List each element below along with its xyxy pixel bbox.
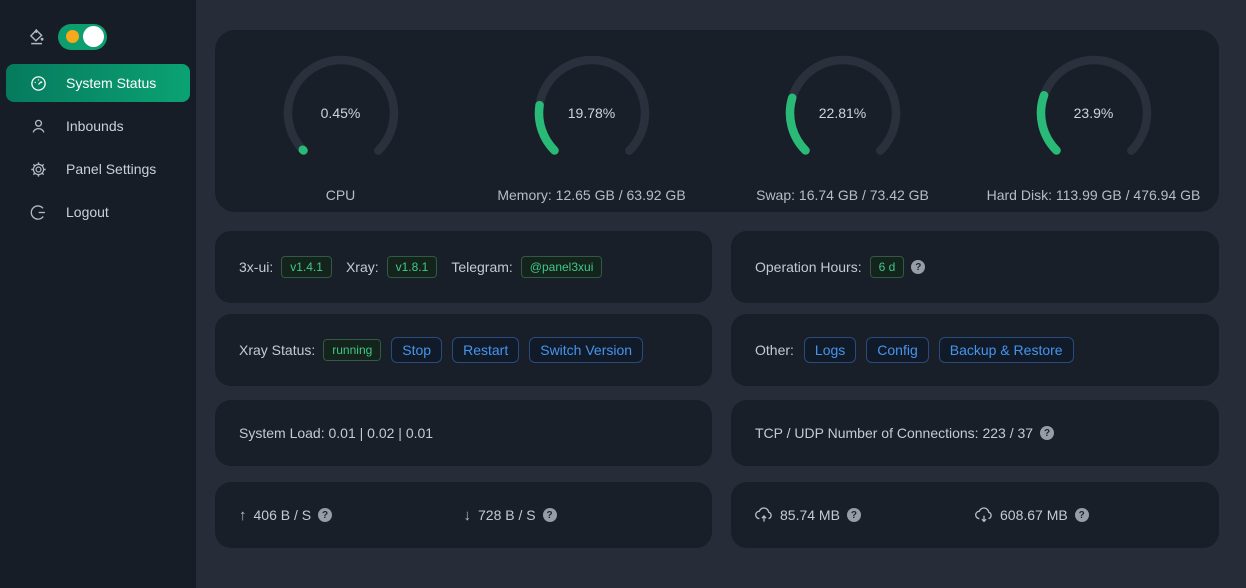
telegram-handle-tag[interactable]: @panel3xui — [521, 256, 603, 278]
gauge-memory: 19.78% Memory: 12.65 GB / 63.92 GB — [466, 30, 717, 212]
download-speed-value: 728 B / S — [478, 507, 536, 523]
connections-text: TCP / UDP Number of Connections: 223 / 3… — [755, 425, 1033, 441]
logout-icon — [30, 204, 47, 221]
swap-percent: 22.81% — [782, 52, 904, 174]
system-load-card: System Load: 0.01 | 0.02 | 0.01 — [215, 400, 712, 466]
question-circle-icon[interactable]: ? — [847, 508, 861, 522]
arrow-up-icon: ↑ — [239, 507, 247, 524]
question-circle-icon[interactable]: ? — [1075, 508, 1089, 522]
other-label: Other: — [755, 342, 794, 358]
memory-percent: 19.78% — [531, 52, 653, 174]
toggle-knob — [83, 26, 104, 47]
resource-gauges-card: 0.45% CPU 19.78% Memory: 12.65 GB / 63.9… — [215, 30, 1219, 212]
gear-icon — [30, 161, 47, 178]
cpu-label: CPU — [326, 187, 356, 203]
user-icon — [30, 118, 47, 135]
backup-restore-button[interactable]: Backup & Restore — [939, 337, 1074, 363]
question-circle-icon[interactable]: ? — [318, 508, 332, 522]
memory-gauge-ring: 19.78% — [531, 52, 653, 174]
sidebar-header — [0, 0, 196, 56]
cpu-percent: 0.45% — [280, 52, 402, 174]
disk-percent: 23.9% — [1033, 52, 1155, 174]
xray-version-label: Xray: — [346, 259, 379, 275]
sidebar-item-system-status[interactable]: System Status — [6, 64, 190, 102]
question-circle-icon[interactable]: ? — [543, 508, 557, 522]
sun-icon — [66, 30, 79, 43]
versions-card: 3x-ui: v1.4.1 Xray: v1.8.1 Telegram: @pa… — [215, 231, 712, 303]
xray-status-card: Xray Status: running Stop Restart Switch… — [215, 314, 712, 386]
ui-version-tag: v1.4.1 — [281, 256, 332, 278]
dashboard-icon — [30, 75, 47, 92]
question-circle-icon[interactable]: ? — [911, 260, 925, 274]
logs-button[interactable]: Logs — [804, 337, 856, 363]
swap-gauge-ring: 22.81% — [782, 52, 904, 174]
gauge-cpu: 0.45% CPU — [215, 30, 466, 212]
download-speed: ↓ 728 B / S ? — [464, 507, 689, 524]
operation-hours-tag: 6 d — [870, 256, 905, 278]
other-actions-card: Other: Logs Config Backup & Restore — [731, 314, 1219, 386]
swap-label: Swap: 16.74 GB / 73.42 GB — [756, 187, 929, 203]
disk-label: Hard Disk: 113.99 GB / 476.94 GB — [987, 187, 1201, 203]
main-content: 0.45% CPU 19.78% Memory: 12.65 GB / 63.9… — [196, 0, 1246, 588]
system-load-text: System Load: 0.01 | 0.02 | 0.01 — [239, 425, 433, 441]
sidebar: System Status Inbounds — [0, 0, 196, 588]
cloud-upload-icon — [755, 507, 773, 523]
disk-gauge-ring: 23.9% — [1033, 52, 1155, 174]
total-traffic-card: 85.74 MB ? 608.67 MB ? — [731, 482, 1219, 548]
restart-button[interactable]: Restart — [452, 337, 519, 363]
upload-speed-value: 406 B / S — [254, 507, 312, 523]
config-button[interactable]: Config — [866, 337, 928, 363]
ui-version-label: 3x-ui: — [239, 259, 273, 275]
sidebar-item-logout[interactable]: Logout — [6, 193, 190, 231]
telegram-label: Telegram: — [451, 259, 512, 275]
theme-toggle[interactable] — [58, 24, 107, 50]
sidebar-nav: System Status Inbounds — [0, 64, 196, 231]
operation-hours-card: Operation Hours: 6 d ? — [731, 231, 1219, 303]
operation-hours-label: Operation Hours: — [755, 259, 862, 275]
stop-button[interactable]: Stop — [391, 337, 442, 363]
gauge-disk: 23.9% Hard Disk: 113.99 GB / 476.94 GB — [968, 30, 1219, 212]
network-speed-card: ↑ 406 B / S ? ↓ 728 B / S ? — [215, 482, 712, 548]
arrow-down-icon: ↓ — [464, 507, 472, 524]
total-sent: 85.74 MB ? — [755, 507, 975, 523]
sidebar-item-label: Logout — [66, 204, 109, 220]
total-received: 608.67 MB ? — [975, 507, 1195, 523]
sidebar-item-label: Panel Settings — [66, 161, 156, 177]
gauge-swap: 22.81% Swap: 16.74 GB / 73.42 GB — [717, 30, 968, 212]
total-received-value: 608.67 MB — [1000, 507, 1068, 523]
question-circle-icon[interactable]: ? — [1040, 426, 1054, 440]
memory-label: Memory: 12.65 GB / 63.92 GB — [497, 187, 685, 203]
sidebar-item-inbounds[interactable]: Inbounds — [6, 107, 190, 145]
total-sent-value: 85.74 MB — [780, 507, 840, 523]
cloud-download-icon — [975, 507, 993, 523]
theme-paint-icon — [28, 28, 45, 45]
xray-status-tag: running — [323, 339, 381, 361]
sidebar-item-label: System Status — [66, 75, 156, 91]
cpu-gauge-ring: 0.45% — [280, 52, 402, 174]
xray-status-label: Xray Status: — [239, 342, 315, 358]
switch-version-button[interactable]: Switch Version — [529, 337, 643, 363]
upload-speed: ↑ 406 B / S ? — [239, 507, 464, 524]
sidebar-item-panel-settings[interactable]: Panel Settings — [6, 150, 190, 188]
xray-version-tag: v1.8.1 — [387, 256, 438, 278]
connections-card: TCP / UDP Number of Connections: 223 / 3… — [731, 400, 1219, 466]
sidebar-item-label: Inbounds — [66, 118, 124, 134]
